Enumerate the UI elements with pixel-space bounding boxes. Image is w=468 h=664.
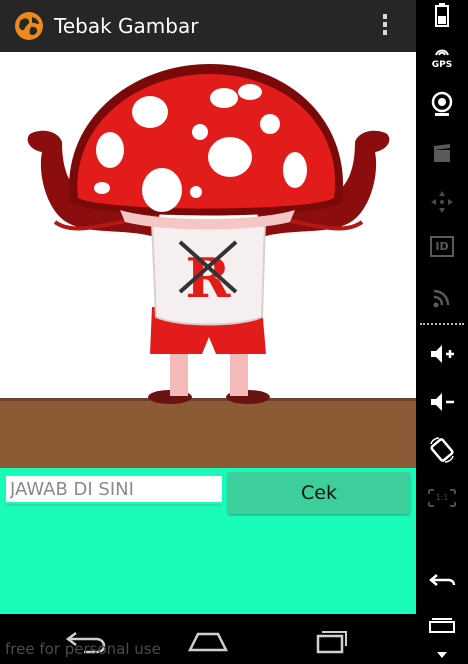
answer-input[interactable] [6, 476, 222, 502]
scale-icon[interactable]: 1:1 [426, 484, 458, 512]
overflow-menu-icon[interactable] [378, 14, 392, 40]
app-window: Tebak Gambar R JAWAB DI SINI Cek [0, 0, 416, 614]
back-icon[interactable] [426, 566, 458, 594]
rss-icon[interactable] [426, 284, 458, 312]
watermark-text: free for personal use [5, 640, 161, 658]
scale-label: 1:1 [435, 493, 449, 502]
volume-up-icon[interactable] [426, 340, 458, 368]
answer-input-underline [6, 504, 222, 506]
dpad-icon[interactable] [426, 188, 458, 216]
globe-icon[interactable] [14, 11, 44, 41]
puzzle-image: R [0, 52, 416, 468]
gps-label: GPS [431, 60, 453, 70]
camera-icon[interactable] [426, 90, 458, 118]
chevron-down-icon[interactable] [426, 646, 458, 664]
menu-icon[interactable] [426, 614, 458, 642]
mushroom-illustration: R [0, 64, 416, 468]
id-label: ID [430, 236, 454, 257]
home-icon[interactable] [184, 624, 232, 656]
rotate-icon[interactable] [426, 436, 458, 464]
app-title: Tebak Gambar [54, 14, 199, 38]
gps-icon[interactable]: GPS [426, 42, 458, 70]
recent-apps-icon[interactable] [306, 624, 354, 656]
answer-panel: Cek [0, 468, 416, 614]
check-button[interactable]: Cek [228, 472, 410, 514]
video-icon[interactable] [426, 140, 458, 168]
side-panel-separator [420, 323, 464, 325]
emulator-side-panel: GPS ID 1:1 [416, 0, 468, 664]
battery-icon [435, 3, 449, 27]
id-icon[interactable]: ID [426, 235, 458, 263]
volume-down-icon[interactable] [426, 388, 458, 416]
action-bar: Tebak Gambar [0, 0, 416, 52]
